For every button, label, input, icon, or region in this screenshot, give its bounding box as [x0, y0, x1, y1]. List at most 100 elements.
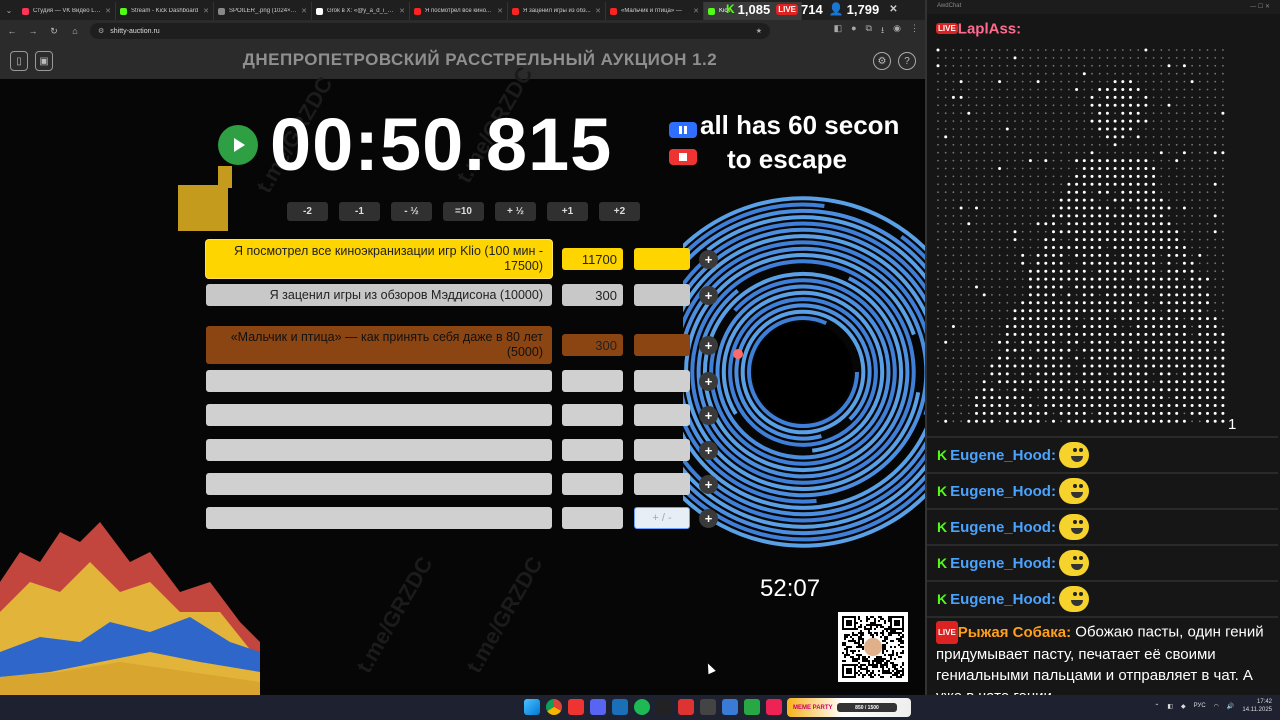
lot-amount-field[interactable] — [562, 473, 623, 495]
lot-name-field[interactable] — [206, 404, 552, 426]
forward-icon[interactable]: → — [27, 26, 39, 36]
lot-amount-field[interactable] — [562, 439, 623, 461]
time-adjust-button[interactable]: + ½ — [495, 202, 536, 221]
lot-add-amount-field[interactable] — [634, 248, 690, 270]
download-icon[interactable]: ⭳ — [881, 23, 884, 39]
home-icon[interactable]: ⌂ — [69, 26, 81, 36]
windows-start-icon[interactable] — [524, 699, 540, 715]
close-window-icon[interactable]: ✕ — [889, 4, 897, 15]
tab-close-icon[interactable]: ✕ — [399, 7, 405, 15]
discord-icon[interactable] — [590, 699, 606, 715]
extension-icon[interactable]: ⧉ — [866, 23, 872, 39]
chat-username[interactable]: Eugene_Hood: — [950, 591, 1056, 608]
lot-add-button[interactable]: + — [699, 372, 718, 391]
chrome-icon[interactable] — [546, 699, 562, 715]
browser-tab[interactable]: Я заценил игры из обз... ✕ — [508, 2, 606, 20]
chat-username[interactable]: Eugene_Hood: — [950, 447, 1056, 464]
time-adjust-button[interactable]: -2 — [287, 202, 328, 221]
tab-search-icon[interactable]: ⌄ — [0, 1, 18, 19]
time-adjust-button[interactable]: +2 — [599, 202, 640, 221]
browser-tab[interactable]: SPOILER_.png (1024×1024)✕ — [214, 2, 312, 20]
lot-add-amount-field[interactable] — [634, 370, 690, 392]
browser-tab[interactable]: Grok в X: «@y_a_d_i_m» ✕ — [312, 2, 410, 20]
lot-add-amount-field[interactable] — [634, 404, 690, 426]
chat-username[interactable]: Eugene_Hood: — [950, 483, 1056, 500]
auction-wheel[interactable] — [683, 182, 925, 562]
back-icon[interactable]: ← — [6, 26, 18, 36]
lot-amount-field[interactable]: 11700 — [562, 248, 623, 270]
lot-amount-field[interactable]: 300 — [562, 334, 623, 356]
extension-icon[interactable]: ◧ — [834, 23, 843, 39]
lot-name-field[interactable] — [206, 473, 552, 495]
browser-tab[interactable]: «Мальчик и птица» — ✕ — [606, 2, 704, 20]
chat-username[interactable]: Eugene_Hood: — [950, 519, 1056, 536]
lot-add-amount-field[interactable]: + / - — [634, 507, 690, 529]
help-icon[interactable]: ? — [898, 52, 916, 70]
lot-name-field[interactable] — [206, 370, 552, 392]
lot-add-amount-field[interactable] — [634, 439, 690, 461]
tab-close-icon[interactable]: ✕ — [105, 7, 111, 15]
time-adjust-button[interactable]: - ½ — [391, 202, 432, 221]
app-icon[interactable] — [766, 699, 782, 715]
lot-amount-field[interactable] — [562, 370, 623, 392]
tab-close-icon[interactable]: ✕ — [203, 7, 209, 15]
terminal-icon[interactable] — [700, 699, 716, 715]
tray-icon[interactable]: ⌃ — [1154, 703, 1159, 710]
lot-add-button[interactable]: + — [699, 336, 718, 355]
pause-button[interactable] — [669, 122, 697, 138]
time-adjust-button[interactable]: -1 — [339, 202, 380, 221]
save-button[interactable]: ▣ — [35, 51, 53, 71]
opera-icon[interactable] — [568, 699, 584, 715]
lot-add-button[interactable]: + — [699, 475, 718, 494]
lot-add-amount-field[interactable] — [634, 334, 690, 356]
lot-add-button[interactable]: + — [699, 250, 718, 269]
chat-username[interactable]: Eugene_Hood: — [950, 555, 1056, 572]
lot-name-field[interactable] — [206, 507, 552, 529]
lot-name-field[interactable]: «Мальчик и птица» — как принять себя даж… — [206, 326, 552, 364]
site-info-icon[interactable]: ⚙ — [98, 27, 104, 35]
play-button[interactable] — [218, 125, 258, 165]
browser-tab[interactable]: Я посмотрел все кино... ✕ — [410, 2, 508, 20]
extension-icon[interactable]: ● — [851, 23, 856, 39]
spotify-icon[interactable] — [634, 699, 650, 715]
lot-add-button[interactable]: + — [699, 441, 718, 460]
menu-icon[interactable]: ⋮ — [910, 23, 919, 39]
wifi-icon[interactable]: ◠ — [1214, 703, 1219, 710]
lot-name-field[interactable]: Я заценил игры из обзоров Мэддисона (100… — [206, 284, 552, 306]
volume-icon[interactable]: 🔊 — [1227, 703, 1234, 710]
tab-close-icon[interactable]: ✕ — [497, 7, 503, 15]
meme-party-widget[interactable]: MEME PARTY 850 / 1500 — [787, 698, 911, 717]
sidebar-toggle-button[interactable]: ▯ — [10, 51, 28, 71]
tab-close-icon[interactable]: ✕ — [595, 7, 601, 15]
stop-button[interactable] — [669, 149, 697, 165]
browser-tab[interactable]: Студия — VK Видео Live ✕ — [18, 2, 116, 20]
tray-icon[interactable]: ◆ — [1181, 703, 1186, 710]
reload-icon[interactable]: ↻ — [48, 26, 60, 37]
language-indicator[interactable]: РУС — [1194, 703, 1206, 709]
youtube-icon[interactable] — [678, 699, 694, 715]
lot-name-field[interactable]: Я посмотрел все киноэкранизации игр Klio… — [206, 240, 552, 278]
app-icon[interactable] — [722, 699, 738, 715]
chat-username[interactable]: LaplAss: — [958, 20, 1021, 37]
lot-amount-field[interactable]: 300 — [562, 284, 623, 306]
bookmark-star-icon[interactable]: ★ — [756, 27, 762, 35]
lot-amount-field[interactable] — [562, 507, 623, 529]
lot-add-button[interactable]: + — [699, 509, 718, 528]
lot-name-field[interactable] — [206, 439, 552, 461]
lot-add-amount-field[interactable] — [634, 473, 690, 495]
steam-icon[interactable] — [612, 699, 628, 715]
app-icon[interactable] — [744, 699, 760, 715]
tab-close-icon[interactable]: ✕ — [301, 7, 307, 15]
lot-add-button[interactable]: + — [699, 406, 718, 425]
browser-tab[interactable]: Stream - Kick Dashboard ✕ — [116, 2, 214, 20]
clock[interactable]: 17:42 14.11.2025 — [1242, 698, 1272, 714]
tab-close-icon[interactable]: ✕ — [693, 7, 699, 15]
chat-username[interactable]: Рыжая Собака: — [958, 624, 1071, 641]
time-adjust-button[interactable]: =10 — [443, 202, 484, 221]
url-field[interactable]: ⚙ shitty-auction.ru ★ — [90, 23, 770, 39]
lot-add-amount-field[interactable] — [634, 284, 690, 306]
lot-amount-field[interactable] — [562, 404, 623, 426]
settings-icon[interactable]: ⚙ — [873, 52, 891, 70]
time-adjust-button[interactable]: +1 — [547, 202, 588, 221]
tray-icon[interactable]: ◧ — [1167, 703, 1173, 710]
